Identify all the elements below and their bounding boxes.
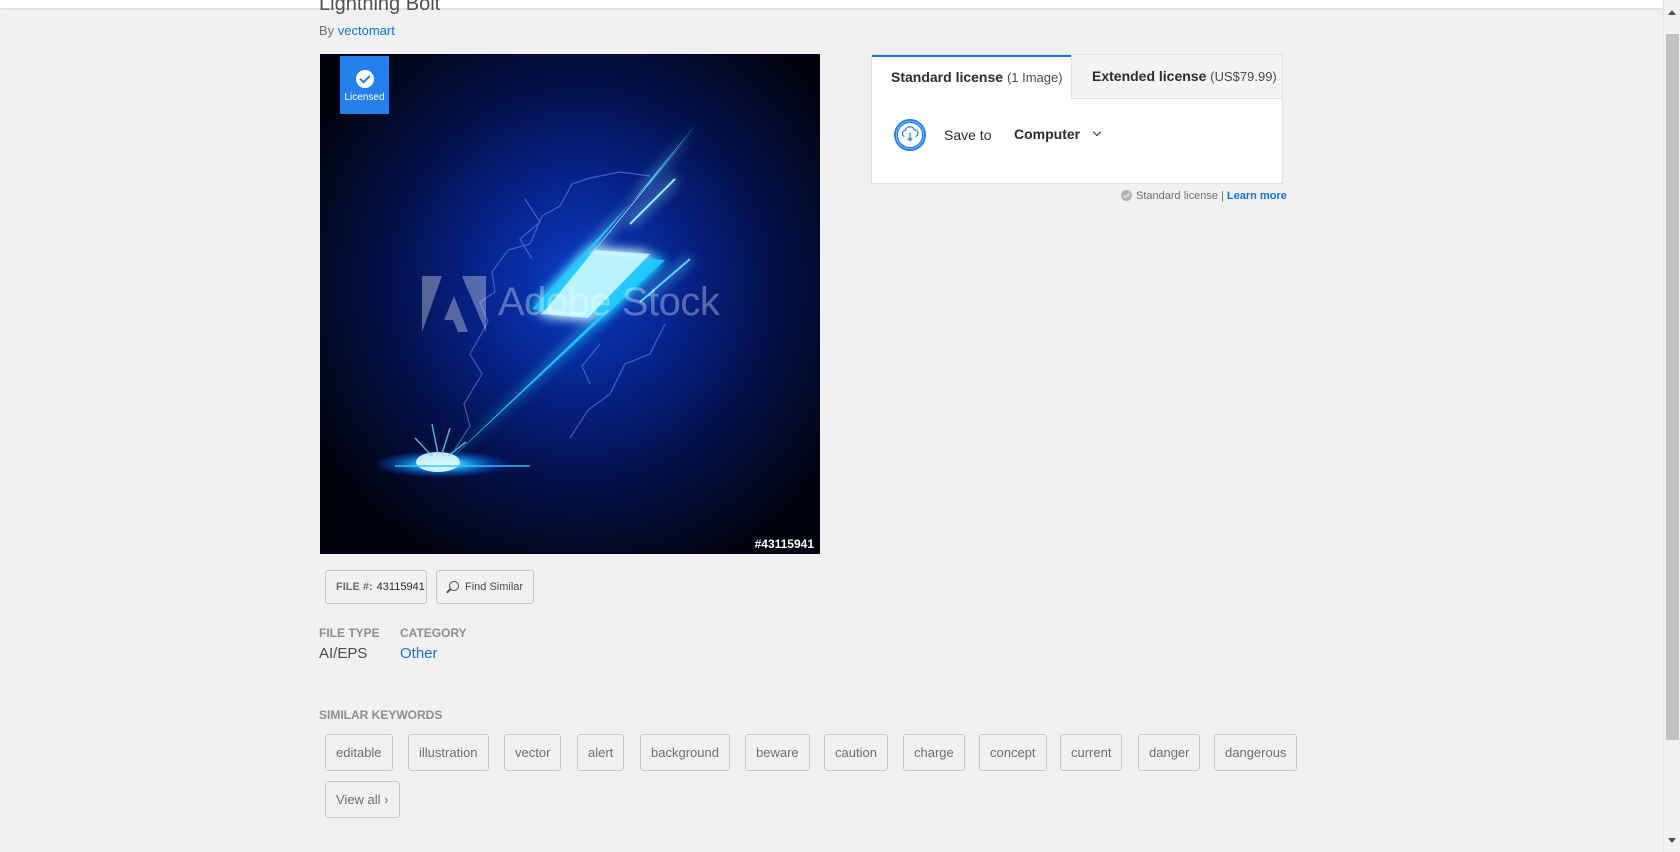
save-to-label: Save to [944, 127, 992, 143]
check-circle-icon [1121, 190, 1132, 201]
asset-preview-image[interactable]: Licensed Adobe Stock #43115941 [320, 54, 820, 554]
check-circle-icon [355, 70, 374, 88]
byline: By vectomart [319, 23, 395, 38]
tab-name: Standard license [891, 69, 1004, 85]
adobe-logo-icon [422, 276, 486, 332]
save-destination-dropdown[interactable]: Computer [1014, 126, 1080, 142]
keyword-tag[interactable]: vector [504, 734, 562, 771]
keyword-tag[interactable]: concept [979, 734, 1047, 771]
scroll-down-icon[interactable] [1668, 838, 1676, 843]
keyword-tag[interactable]: caution [824, 734, 888, 771]
tab-detail: (US$79.99) [1210, 69, 1277, 84]
keyword-tag[interactable]: charge [903, 734, 965, 771]
watermark-text: Adobe Stock [498, 280, 720, 324]
chevron-down-icon[interactable] [1092, 127, 1102, 137]
view-all-keywords-button[interactable]: View all › [325, 781, 400, 818]
license-panel: Standard license (1 Image) Extended lice… [871, 54, 1283, 184]
keyword-tag[interactable]: alert [577, 734, 625, 771]
tab-extended-license[interactable]: Extended license (US$79.99) [1071, 55, 1282, 99]
page-scrollbar[interactable] [1663, 0, 1680, 852]
asset-title: Lightning Bolt [319, 0, 441, 15]
keyword-tag[interactable]: danger [1138, 734, 1201, 771]
author-link[interactable]: vectomart [338, 23, 395, 38]
tab-detail: (1 Image) [1006, 70, 1063, 85]
asset-id-overlay: #43115941 [754, 537, 814, 551]
keyword-tag[interactable]: editable [325, 734, 393, 771]
keyword-tag[interactable]: illustration [408, 734, 489, 771]
scroll-thumb[interactable] [1666, 34, 1679, 740]
licensed-label: Licensed [344, 92, 385, 103]
scroll-up-icon[interactable] [1668, 10, 1676, 15]
keyword-tag[interactable]: dangerous [1214, 734, 1298, 771]
keyword-tag[interactable]: background [640, 734, 730, 771]
file-number-label: FILE #: [336, 581, 373, 593]
similar-keywords-heading: SIMILAR KEYWORDS [319, 708, 443, 722]
by-label: By [319, 23, 335, 38]
license-note: Standard license | Learn more [1121, 190, 1287, 202]
learn-more-link[interactable]: Learn more [1227, 190, 1287, 202]
find-similar-label: Find Similar [465, 581, 524, 593]
top-header-bar [0, 0, 1663, 8]
license-note-text: Standard license | [1136, 190, 1224, 202]
file-type-label: FILE TYPE [319, 626, 380, 640]
watermark: Adobe Stock [422, 276, 732, 334]
category-label: CATEGORY [400, 626, 467, 640]
keyword-tag[interactable]: current [1060, 734, 1123, 771]
license-tabs: Standard license (1 Image) Extended lice… [872, 55, 1282, 99]
search-icon [449, 581, 459, 591]
licensed-badge: Licensed [340, 56, 389, 114]
tab-standard-license[interactable]: Standard license (1 Image) [872, 55, 1071, 99]
category-link[interactable]: Other [400, 645, 438, 662]
cloud-download-icon[interactable] [894, 119, 926, 151]
file-type-value: AI/EPS [319, 645, 368, 662]
file-number-value: 43115941 [376, 581, 425, 593]
keyword-tag[interactable]: beware [745, 734, 810, 771]
find-similar-button[interactable]: Find Similar [436, 570, 534, 604]
file-number-button[interactable]: FILE #: 43115941 [325, 570, 427, 604]
tab-name: Extended license [1092, 68, 1207, 84]
